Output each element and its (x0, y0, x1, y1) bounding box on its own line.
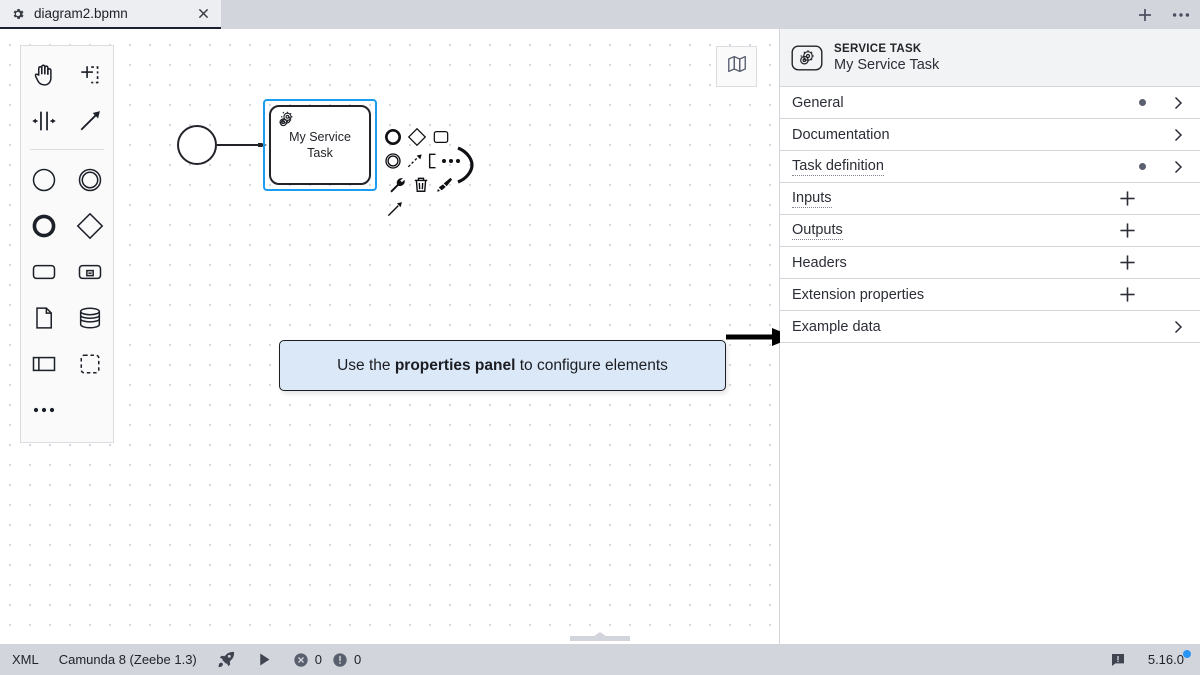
error-icon (293, 652, 309, 668)
task-label: My Service Task (278, 129, 362, 161)
palette-empty-slot (67, 387, 113, 433)
group-row-headers[interactable]: Headers (780, 247, 1200, 279)
task-icon[interactable] (21, 249, 67, 295)
callout-prefix: Use the (337, 357, 395, 374)
error-status[interactable]: 0 0 (293, 652, 371, 668)
group-row-extension-properties[interactable]: Extension properties (780, 279, 1200, 311)
group-row-outputs[interactable]: Outputs (780, 215, 1200, 247)
service-task-gear-icon (275, 108, 297, 130)
hand-tool-icon[interactable] (21, 52, 67, 98)
chevron-right-icon[interactable] (1172, 129, 1184, 141)
participant-icon[interactable] (21, 341, 67, 387)
group-label: Outputs (792, 222, 843, 240)
delete-icon[interactable] (409, 173, 433, 197)
tab-bar: diagram2.bpmn (0, 0, 1200, 29)
group-row-documentation[interactable]: Documentation (780, 119, 1200, 151)
start-event-icon[interactable] (21, 157, 67, 203)
group-label: Extension properties (792, 287, 924, 303)
version-label: 5.16.0 (1148, 652, 1184, 667)
bpmn-canvas[interactable]: My Service Task (0, 29, 779, 644)
xml-view-button[interactable]: XML (12, 652, 39, 667)
properties-panel: SERVICE TASK My Service Task General Doc… (780, 29, 1200, 644)
status-bar-right: 5.16.0 (1110, 652, 1188, 668)
group-label: Headers (792, 255, 847, 271)
minimap-toggle-button[interactable] (716, 46, 757, 87)
status-bar: XML Camunda 8 (Zeebe 1.3) 0 (0, 644, 1200, 675)
tab-diagram2[interactable]: diagram2.bpmn (0, 0, 221, 29)
group-label: Documentation (792, 127, 1139, 143)
tab-bar-actions (1134, 0, 1192, 29)
engine-selector[interactable]: Camunda 8 (Zeebe 1.3) (59, 652, 197, 667)
chevron-right-icon[interactable] (1172, 161, 1184, 173)
close-icon[interactable] (195, 6, 211, 22)
group-row-inputs[interactable]: Inputs (780, 183, 1200, 215)
update-available-dot (1183, 650, 1191, 658)
group-label: Inputs (792, 190, 832, 208)
end-event-icon[interactable] (21, 203, 67, 249)
context-pad[interactable] (381, 125, 477, 225)
service-task-icon (790, 43, 824, 73)
data-object-icon[interactable] (21, 295, 67, 341)
add-extension-property-icon[interactable] (1118, 286, 1136, 304)
add-header-icon[interactable] (1118, 254, 1136, 272)
data-store-icon[interactable] (67, 295, 113, 341)
group-configured-dot (1139, 163, 1146, 170)
rocket-icon[interactable] (217, 650, 236, 669)
callout-bold: properties panel (395, 357, 516, 374)
callout-suffix: to configure elements (515, 357, 668, 374)
group-label: Example data (792, 319, 1139, 335)
space-tool-icon[interactable] (21, 98, 67, 144)
group-configured-dot (1139, 99, 1146, 106)
notification-icon[interactable] (1110, 652, 1126, 668)
palette-divider (30, 149, 104, 150)
canvas-resize-handle[interactable] (570, 632, 630, 642)
more-elements-icon[interactable] (21, 387, 67, 433)
element-name-label: My Service Task (834, 57, 939, 73)
warning-icon (332, 652, 348, 668)
add-input-icon[interactable] (1118, 190, 1136, 208)
play-icon[interactable] (256, 651, 273, 668)
append-task-icon[interactable] (429, 125, 453, 149)
new-tab-icon[interactable] (1134, 4, 1156, 26)
gear-icon (10, 6, 26, 22)
change-type-wrench-icon[interactable] (385, 173, 409, 197)
element-palette[interactable] (20, 45, 114, 443)
map-icon (726, 53, 748, 80)
chevron-right-icon[interactable] (1172, 321, 1184, 333)
bpmn-sequence-flow[interactable] (217, 143, 267, 147)
group-label: Task definition (792, 158, 884, 176)
error-count: 0 (315, 652, 322, 667)
append-gateway-icon[interactable] (405, 125, 429, 149)
add-output-icon[interactable] (1118, 222, 1136, 240)
version-indicator[interactable]: 5.16.0 (1148, 652, 1188, 667)
append-end-event-icon[interactable] (381, 125, 405, 149)
subprocess-expanded-icon[interactable] (67, 249, 113, 295)
group-row-general[interactable]: General (780, 87, 1200, 119)
camunda-modeler-window: diagram2.bpmn (0, 0, 1200, 675)
element-type-label: SERVICE TASK (834, 43, 939, 55)
group-label: General (792, 95, 1139, 111)
append-intermediate-event-icon[interactable] (381, 149, 405, 173)
tutorial-callout: Use the properties panel to configure el… (279, 340, 726, 391)
properties-panel-header-text: SERVICE TASK My Service Task (834, 43, 939, 73)
warning-count: 0 (354, 652, 361, 667)
connect-arrow-icon[interactable] (383, 197, 407, 221)
gateway-icon[interactable] (67, 203, 113, 249)
global-connect-tool-icon[interactable] (67, 98, 113, 144)
group-icon[interactable] (67, 341, 113, 387)
chevron-right-icon[interactable] (1172, 97, 1184, 109)
tab-title: diagram2.bpmn (34, 6, 195, 21)
more-options-icon[interactable] (1170, 4, 1192, 26)
intermediate-event-icon[interactable] (67, 157, 113, 203)
callout-text: Use the properties panel to configure el… (337, 357, 668, 375)
properties-panel-header: SERVICE TASK My Service Task (780, 29, 1200, 87)
group-row-example-data[interactable]: Example data (780, 311, 1200, 343)
bpmn-start-event[interactable] (177, 125, 217, 165)
group-row-task-definition[interactable]: Task definition (780, 151, 1200, 183)
lasso-tool-icon[interactable] (67, 52, 113, 98)
set-color-icon[interactable] (433, 173, 457, 197)
